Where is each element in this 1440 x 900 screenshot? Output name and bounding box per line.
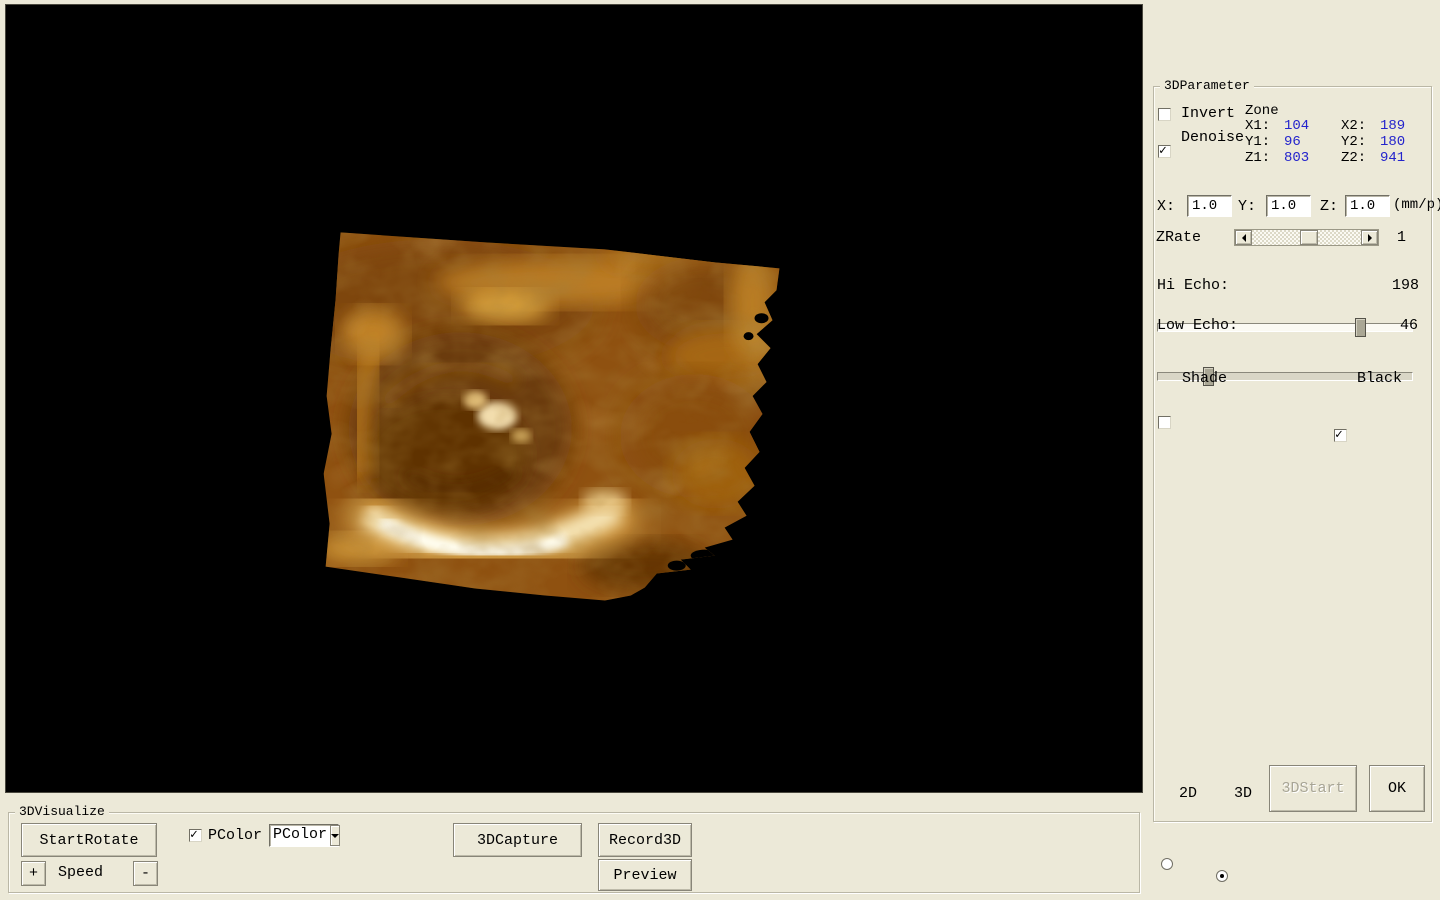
black-checkbox[interactable] bbox=[1334, 427, 1347, 442]
shade-label: Shade bbox=[1182, 370, 1228, 387]
visualize-groupbox: 3DVisualize StartRotate PColor PColor 3D… bbox=[8, 804, 1140, 893]
scale-x-input[interactable] bbox=[1187, 195, 1232, 217]
ultrasound-volume-render bbox=[323, 232, 780, 601]
hi-echo-thumb[interactable] bbox=[1355, 318, 1366, 337]
zrate-track[interactable] bbox=[1252, 230, 1361, 245]
zone-x1-label: X1: bbox=[1245, 118, 1271, 134]
zone-z2-value: 941 bbox=[1380, 150, 1406, 166]
speed-minus-button[interactable]: - bbox=[133, 861, 158, 886]
zone-z1-label: Z1: bbox=[1245, 150, 1271, 166]
zone-label: Zone bbox=[1245, 103, 1279, 119]
zone-z2-label: Z2: bbox=[1341, 150, 1367, 166]
zone-y1-label: Y1: bbox=[1245, 134, 1271, 150]
speed-label: Speed bbox=[58, 864, 104, 881]
zrate-scrollbar[interactable] bbox=[1234, 229, 1379, 246]
zone-x2-value: 189 bbox=[1380, 118, 1406, 134]
pcolor-select-value: PColor bbox=[273, 826, 328, 843]
zrate-right-arrow-icon[interactable] bbox=[1361, 230, 1378, 245]
scale-z-input[interactable] bbox=[1345, 195, 1390, 217]
parameter-groupbox: 3DParameter Invert Denoise Zone X1: 104 … bbox=[1153, 78, 1440, 882]
visualize-group-title: 3DVisualize bbox=[15, 804, 109, 820]
mode-2d-label: 2D bbox=[1179, 785, 1198, 802]
shade-checkbox[interactable] bbox=[1158, 416, 1171, 429]
mode-3d-label: 3D bbox=[1234, 785, 1253, 802]
render-viewport[interactable] bbox=[5, 4, 1143, 793]
denoise-checkbox[interactable] bbox=[1158, 143, 1171, 158]
parameter-panel: 3DParameter Invert Denoise Zone X1: 104 … bbox=[1145, 0, 1440, 900]
parameter-group-title: 3DParameter bbox=[1160, 78, 1254, 94]
3dstart-button[interactable]: 3DStart bbox=[1269, 765, 1357, 812]
mode-3d-radio[interactable] bbox=[1216, 870, 1228, 882]
zone-x1-value: 104 bbox=[1284, 118, 1310, 134]
app-window: { "colors": { "window_bg": "#ece9d8", "v… bbox=[0, 0, 1440, 900]
denoise-label: Denoise bbox=[1181, 129, 1245, 146]
hi-echo-value: 198 bbox=[1392, 277, 1420, 294]
low-echo-value: 46 bbox=[1400, 317, 1419, 334]
zone-y1-value: 96 bbox=[1284, 134, 1301, 150]
pcolor-checkbox[interactable] bbox=[189, 827, 202, 842]
scale-x-label: X: bbox=[1157, 198, 1176, 215]
zone-x2-label: X2: bbox=[1341, 118, 1367, 134]
mode-2d-radio[interactable] bbox=[1161, 858, 1173, 870]
chevron-down-icon[interactable] bbox=[330, 825, 341, 846]
3dcapture-button[interactable]: 3DCapture bbox=[453, 823, 582, 857]
zone-y2-value: 180 bbox=[1380, 134, 1406, 150]
scale-z-label: Z: bbox=[1320, 198, 1339, 215]
zrate-thumb[interactable] bbox=[1300, 230, 1318, 245]
preview-button[interactable]: Preview bbox=[598, 859, 692, 891]
zone-z1-value: 803 bbox=[1284, 150, 1310, 166]
zrate-value: 1 bbox=[1397, 229, 1407, 246]
invert-checkbox[interactable] bbox=[1158, 108, 1171, 121]
low-echo-label: Low Echo: bbox=[1157, 317, 1239, 334]
invert-label: Invert bbox=[1181, 105, 1236, 122]
scale-y-label: Y: bbox=[1238, 198, 1257, 215]
pcolor-label: PColor bbox=[208, 827, 263, 844]
hi-echo-label: Hi Echo: bbox=[1157, 277, 1230, 294]
black-label: Black bbox=[1357, 370, 1403, 387]
zrate-left-arrow-icon[interactable] bbox=[1235, 230, 1252, 245]
zone-y2-label: Y2: bbox=[1341, 134, 1367, 150]
ok-button[interactable]: OK bbox=[1369, 765, 1425, 812]
speed-plus-button[interactable]: + bbox=[21, 861, 46, 886]
zrate-label: ZRate bbox=[1156, 229, 1202, 246]
scale-y-input[interactable] bbox=[1266, 195, 1311, 217]
scale-unit-label: (mm/p) bbox=[1393, 197, 1440, 213]
start-rotate-button[interactable]: StartRotate bbox=[21, 823, 157, 857]
record3d-button[interactable]: Record3D bbox=[598, 823, 692, 857]
pcolor-select[interactable]: PColor bbox=[269, 824, 341, 847]
